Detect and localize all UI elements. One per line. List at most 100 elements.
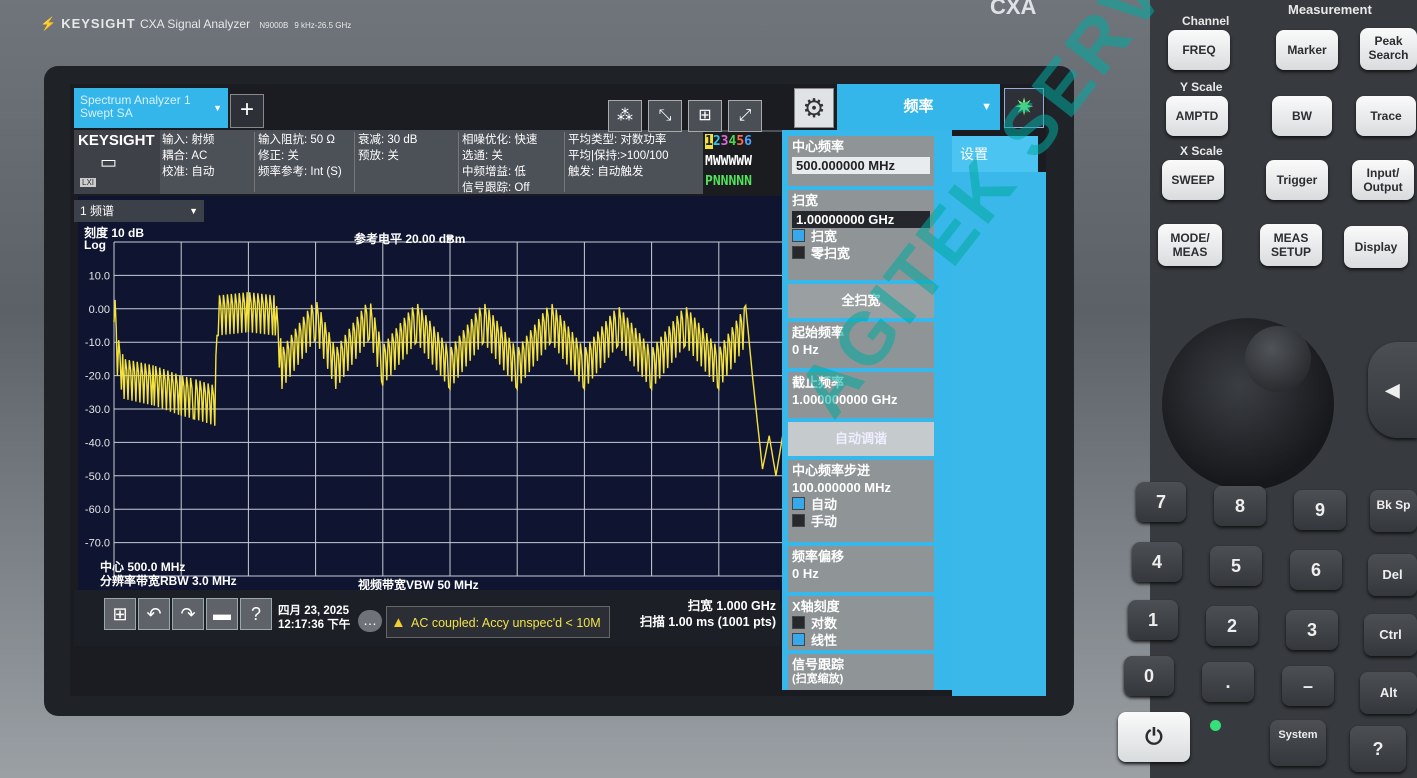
help-key[interactable]: ? [1350,726,1406,772]
softkey-center-freq[interactable]: 中心频率 500.000000 MHz [788,136,934,186]
radio-off-icon [792,616,805,629]
radio-off-icon [792,514,805,527]
divider [354,132,355,192]
amptd-key[interactable]: AMPTD [1166,96,1228,136]
remote-icon: ▭ [100,152,118,172]
trace-number[interactable]: 1 [705,134,713,149]
trace-detector-row: PNNNNN [705,174,752,189]
y-tick-label: -70.0 [85,538,110,550]
power-led [1210,720,1221,731]
mode-tab[interactable]: Spectrum Analyzer 1 Swept SA ▼ [74,88,228,128]
folder-icon[interactable]: ▬ [206,598,238,630]
info-if-gain: 中频增益: 低 [462,166,526,178]
delete-key[interactable]: Del [1368,554,1417,596]
key-decimal[interactable]: . [1202,662,1254,702]
add-screen-button[interactable]: + [230,94,264,128]
trace-number[interactable]: 6 [744,134,752,149]
date-label: 四月 23, 2025 [278,605,349,617]
system-key[interactable]: System [1270,720,1326,766]
key-minus[interactable]: – [1282,666,1334,706]
span-option-swept-label: 扫宽 [811,229,838,244]
freq-key[interactable]: FREQ [1168,30,1230,70]
key-3[interactable]: 3 [1286,610,1338,650]
bw-key[interactable]: BW [1272,96,1332,136]
freq-offset-label: 频率偏移 [792,549,845,564]
info-impedance: 输入阻抗: 50 Ω [258,134,335,146]
marker-key[interactable]: Marker [1276,30,1338,70]
multi-window-icon[interactable]: ⊞ [688,100,722,132]
marker-table-icon[interactable]: ⁂ [608,100,642,132]
ctrl-key[interactable]: Ctrl [1364,614,1417,656]
key-6[interactable]: 6 [1290,550,1342,590]
peak-search-key[interactable]: Peak Search [1360,28,1417,70]
info-avg-type: 平均类型: 对数功率 [568,134,667,146]
trace-status-box[interactable]: 123456 MWWWWW PNNNNN [703,132,791,194]
xscale-group-label: X Scale [1180,144,1223,158]
message-icon[interactable]: … [358,610,382,632]
sweep-time-label: 扫描 1.00 ms (1001 pts) [639,615,776,629]
input-output-key[interactable]: Input/ Output [1352,160,1414,200]
signal-track-sublabel: (扫宽缩放) [792,673,844,685]
softkey-freq-offset[interactable]: 频率偏移 0 Hz [788,546,934,592]
trace-numbers: 123456 [705,132,791,152]
cf-step-manual[interactable]: 手动 [792,513,930,530]
softkey-signal-track[interactable]: 信号跟踪 (扫宽缩放) [788,654,934,690]
divider [458,132,459,192]
status-message[interactable]: ▲ AC coupled: Accy unspec'd < 10M [386,606,610,638]
info-phase-noise: 相噪优化: 快速 [462,134,538,146]
trace-number[interactable]: 5 [736,134,744,149]
info-avg-hold: 平均|保持:>100/100 [568,150,669,162]
xaxis-log[interactable]: 对数 [792,615,930,632]
settings-info-bar[interactable]: KEYSIGHT ▭ LXI 输入: 射频 耦合: AC 校准: 自动 输入阻抗… [74,130,786,194]
key-5[interactable]: 5 [1210,546,1262,586]
y-tick-label: 10.0 [89,270,110,282]
y-tick-label: -50.0 [85,471,110,483]
key-2[interactable]: 2 [1206,606,1258,646]
windows-icon[interactable]: ⊞ [104,598,136,630]
info-correction: 修正: 关 [258,150,299,162]
trace-number[interactable]: 2 [713,134,721,149]
key-8[interactable]: 8 [1214,486,1266,526]
cf-step-auto[interactable]: 自动 [792,496,930,513]
trigger-key[interactable]: Trigger [1266,160,1328,200]
signal-track-label: 信号跟踪 [792,657,845,672]
display-key[interactable]: Display [1344,226,1408,268]
keysight-logo-box: KEYSIGHT ▭ LXI [74,130,160,194]
key-4[interactable]: 4 [1132,542,1182,582]
redo-icon[interactable]: ↷ [172,598,204,630]
xaxis-linear-label: 线性 [811,633,838,648]
trace-type-row: MWWWWW [705,154,752,169]
window-select-label: 1 频谱 [80,204,115,218]
key-7[interactable]: 7 [1136,482,1186,522]
y-tick-label: 0.00 [89,304,110,316]
auto-tune-button[interactable]: 自动调谐 [788,422,934,456]
softkey-center-freq-label: 中心频率 [792,139,845,154]
softkey-cf-step[interactable]: 中心频率步进 100.000000 MHz 自动 手动 [788,460,934,542]
power-icon[interactable]: ⏻ [1118,712,1190,762]
zoom-window-icon[interactable]: ⤡ [648,100,682,132]
mode-meas-key[interactable]: MODE/ MEAS [1158,224,1222,266]
trace-key[interactable]: Trace [1356,96,1416,136]
rbw-label: 分辨率带宽RBW 3.0 MHz [100,574,237,588]
help-button[interactable]: ? [240,598,272,630]
backspace-key[interactable]: Bk Sp [1370,490,1417,532]
gear-icon[interactable]: ⚙ [794,88,834,128]
meas-setup-key[interactable]: MEAS SETUP [1260,224,1322,266]
info-col-input: 输入: 射频 耦合: AC 校准: 自动 [162,132,214,180]
sweep-info: 扫宽 1.000 GHz 扫描 1.00 ms (1001 pts) [626,598,776,630]
sweep-key[interactable]: SWEEP [1162,160,1224,200]
alt-key[interactable]: Alt [1360,672,1417,714]
fullscreen-icon[interactable]: ⤢ [728,100,762,132]
arrow-left-icon[interactable]: ◀ [1368,342,1417,438]
key-0[interactable]: 0 [1124,656,1174,696]
undo-icon[interactable]: ↶ [138,598,170,630]
key-1[interactable]: 1 [1128,600,1178,640]
softkey-xaxis-scale[interactable]: X轴刻度 对数 线性 [788,596,934,650]
window-select-dropdown[interactable]: 1 频谱 ▼ [74,200,204,222]
menu-tab-frequency[interactable]: 频率 ▼ [837,84,1000,130]
spectrum-plot-area[interactable]: 10.0 0.00 -10.0 -20.0 -30.0 -40.0 -50.0 -60.0 -7… [78,196,788,604]
center-freq-value[interactable]: 500.000000 MHz [792,157,930,174]
key-9[interactable]: 9 [1294,490,1346,530]
info-coupling: 耦合: AC [162,150,208,162]
xaxis-linear[interactable]: 线性 [792,632,930,649]
